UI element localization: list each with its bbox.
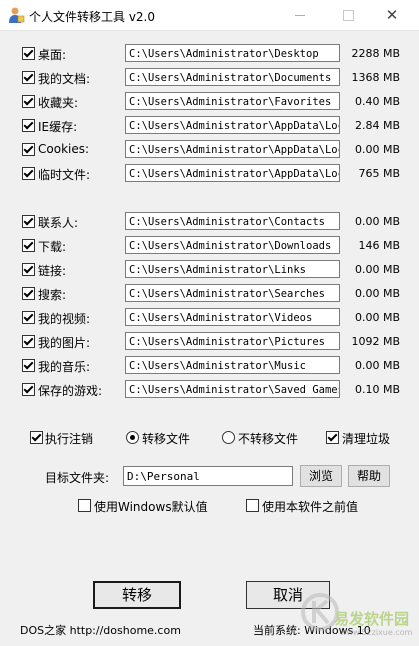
run-logoff-label[interactable]: 执行注销 bbox=[45, 430, 93, 447]
folder-size: 146 MB bbox=[358, 239, 400, 252]
folder-size: 2.84 MB bbox=[354, 119, 400, 132]
folder-label[interactable]: 临时文件: bbox=[38, 166, 90, 183]
title-bar: 个人文件转移工具 v2.0 ✕ bbox=[0, 0, 419, 31]
maximize-icon[interactable] bbox=[340, 7, 356, 23]
folder-label[interactable]: 下载: bbox=[38, 238, 66, 255]
minimize-icon[interactable] bbox=[292, 7, 308, 23]
folder-label[interactable]: 我的视频: bbox=[38, 310, 90, 327]
folder-label[interactable]: 我的文档: bbox=[38, 70, 90, 87]
folder-size: 0.00 MB bbox=[354, 311, 400, 324]
folder-path-field[interactable]: C:\Users\Administrator\Desktop bbox=[125, 44, 340, 62]
folder-size: 0.00 MB bbox=[354, 143, 400, 156]
folder-checkbox[interactable] bbox=[22, 95, 35, 108]
folder-size: 765 MB bbox=[358, 167, 400, 180]
folder-size: 0.00 MB bbox=[354, 263, 400, 276]
watermark-url: www.52zixue.com bbox=[340, 628, 413, 637]
folder-checkbox[interactable] bbox=[22, 311, 35, 324]
folder-checkbox[interactable] bbox=[22, 215, 35, 228]
clean-junk-checkbox[interactable] bbox=[326, 431, 339, 444]
folder-checkbox[interactable] bbox=[22, 263, 35, 276]
folder-size: 0.00 MB bbox=[354, 215, 400, 228]
footer-site-text: DOS之家 http://doshome.com bbox=[20, 624, 181, 637]
folder-label[interactable]: 搜索: bbox=[38, 286, 66, 303]
folder-path-field[interactable]: C:\Users\Administrator\Downloads bbox=[125, 236, 340, 254]
folder-checkbox[interactable] bbox=[22, 71, 35, 84]
use-windows-default-checkbox[interactable] bbox=[78, 499, 91, 512]
window-title: 个人文件转移工具 v2.0 bbox=[29, 10, 156, 24]
folder-label[interactable]: 收藏夹: bbox=[38, 94, 78, 111]
folder-size: 0.00 MB bbox=[354, 359, 400, 372]
folder-path-field[interactable]: C:\Users\Administrator\Contacts bbox=[125, 212, 340, 230]
folder-checkbox[interactable] bbox=[22, 287, 35, 300]
use-windows-default-label[interactable]: 使用Windows默认值 bbox=[94, 498, 208, 515]
close-icon[interactable]: ✕ bbox=[384, 7, 400, 23]
folder-size: 1368 MB bbox=[351, 71, 400, 84]
folder-label[interactable]: 联系人: bbox=[38, 214, 78, 231]
help-button[interactable]: 帮助 bbox=[348, 465, 390, 487]
folder-label[interactable]: 保存的游戏: bbox=[38, 382, 102, 399]
run-logoff-checkbox[interactable] bbox=[30, 431, 43, 444]
folder-path-field[interactable]: C:\Users\Administrator\Documents bbox=[125, 68, 340, 86]
folder-path-field[interactable]: C:\Users\Administrator\AppData\Local bbox=[125, 116, 340, 134]
folder-path-field[interactable]: C:\Users\Administrator\Links bbox=[125, 260, 340, 278]
folder-checkbox[interactable] bbox=[22, 359, 35, 372]
folder-label[interactable]: 我的音乐: bbox=[38, 358, 90, 375]
no-transfer-radio[interactable] bbox=[222, 431, 235, 444]
folder-checkbox[interactable] bbox=[22, 119, 35, 132]
folder-size: 0.40 MB bbox=[354, 95, 400, 108]
folder-label[interactable]: 我的图片: bbox=[38, 334, 90, 351]
watermark-logo: 易发软件园 www.52zixue.com bbox=[300, 590, 419, 646]
folder-label[interactable]: 链接: bbox=[38, 262, 66, 279]
target-folder-input[interactable] bbox=[123, 466, 293, 486]
folder-path-field[interactable]: C:\Users\Administrator\Favorites bbox=[125, 92, 340, 110]
transfer-radio[interactable] bbox=[126, 431, 139, 444]
folder-checkbox[interactable] bbox=[22, 335, 35, 348]
clean-junk-label[interactable]: 清理垃圾 bbox=[342, 430, 390, 447]
folder-path-field[interactable]: C:\Users\Administrator\Pictures bbox=[125, 332, 340, 350]
folder-path-field[interactable]: C:\Users\Administrator\Videos bbox=[125, 308, 340, 326]
folder-path-field[interactable]: C:\Users\Administrator\AppData\Local bbox=[125, 140, 340, 158]
folder-label[interactable]: IE缓存: bbox=[38, 118, 77, 135]
folder-label[interactable]: Cookies: bbox=[38, 142, 89, 156]
folder-checkbox[interactable] bbox=[22, 383, 35, 396]
folder-checkbox[interactable] bbox=[22, 239, 35, 252]
folder-checkbox[interactable] bbox=[22, 143, 35, 156]
folder-checkbox[interactable] bbox=[22, 47, 35, 60]
use-previous-checkbox[interactable] bbox=[246, 499, 259, 512]
folder-size: 1092 MB bbox=[351, 335, 400, 348]
folder-path-field[interactable]: C:\Users\Administrator\Searches bbox=[125, 284, 340, 302]
transfer-radio-label[interactable]: 转移文件 bbox=[142, 430, 190, 447]
watermark-name: 易发软件园 bbox=[334, 610, 410, 628]
folder-label[interactable]: 桌面: bbox=[38, 46, 66, 63]
folder-path-field[interactable]: C:\Users\Administrator\Music bbox=[125, 356, 340, 374]
browse-button[interactable]: 浏览 bbox=[300, 465, 342, 487]
folder-path-field[interactable]: C:\Users\Administrator\Saved Games bbox=[125, 380, 340, 398]
no-transfer-radio-label[interactable]: 不转移文件 bbox=[238, 430, 298, 447]
app-user-icon bbox=[9, 7, 25, 23]
folder-size: 0.10 MB bbox=[354, 383, 400, 396]
transfer-button[interactable]: 转移 bbox=[93, 581, 181, 609]
folder-path-field[interactable]: C:\Users\Administrator\AppData\Local bbox=[125, 164, 340, 182]
folder-size: 0.00 MB bbox=[354, 287, 400, 300]
folder-checkbox[interactable] bbox=[22, 167, 35, 180]
use-previous-label[interactable]: 使用本软件之前值 bbox=[262, 498, 358, 515]
target-folder-label: 目标文件夹: bbox=[45, 471, 110, 485]
folder-size: 2288 MB bbox=[351, 47, 400, 60]
